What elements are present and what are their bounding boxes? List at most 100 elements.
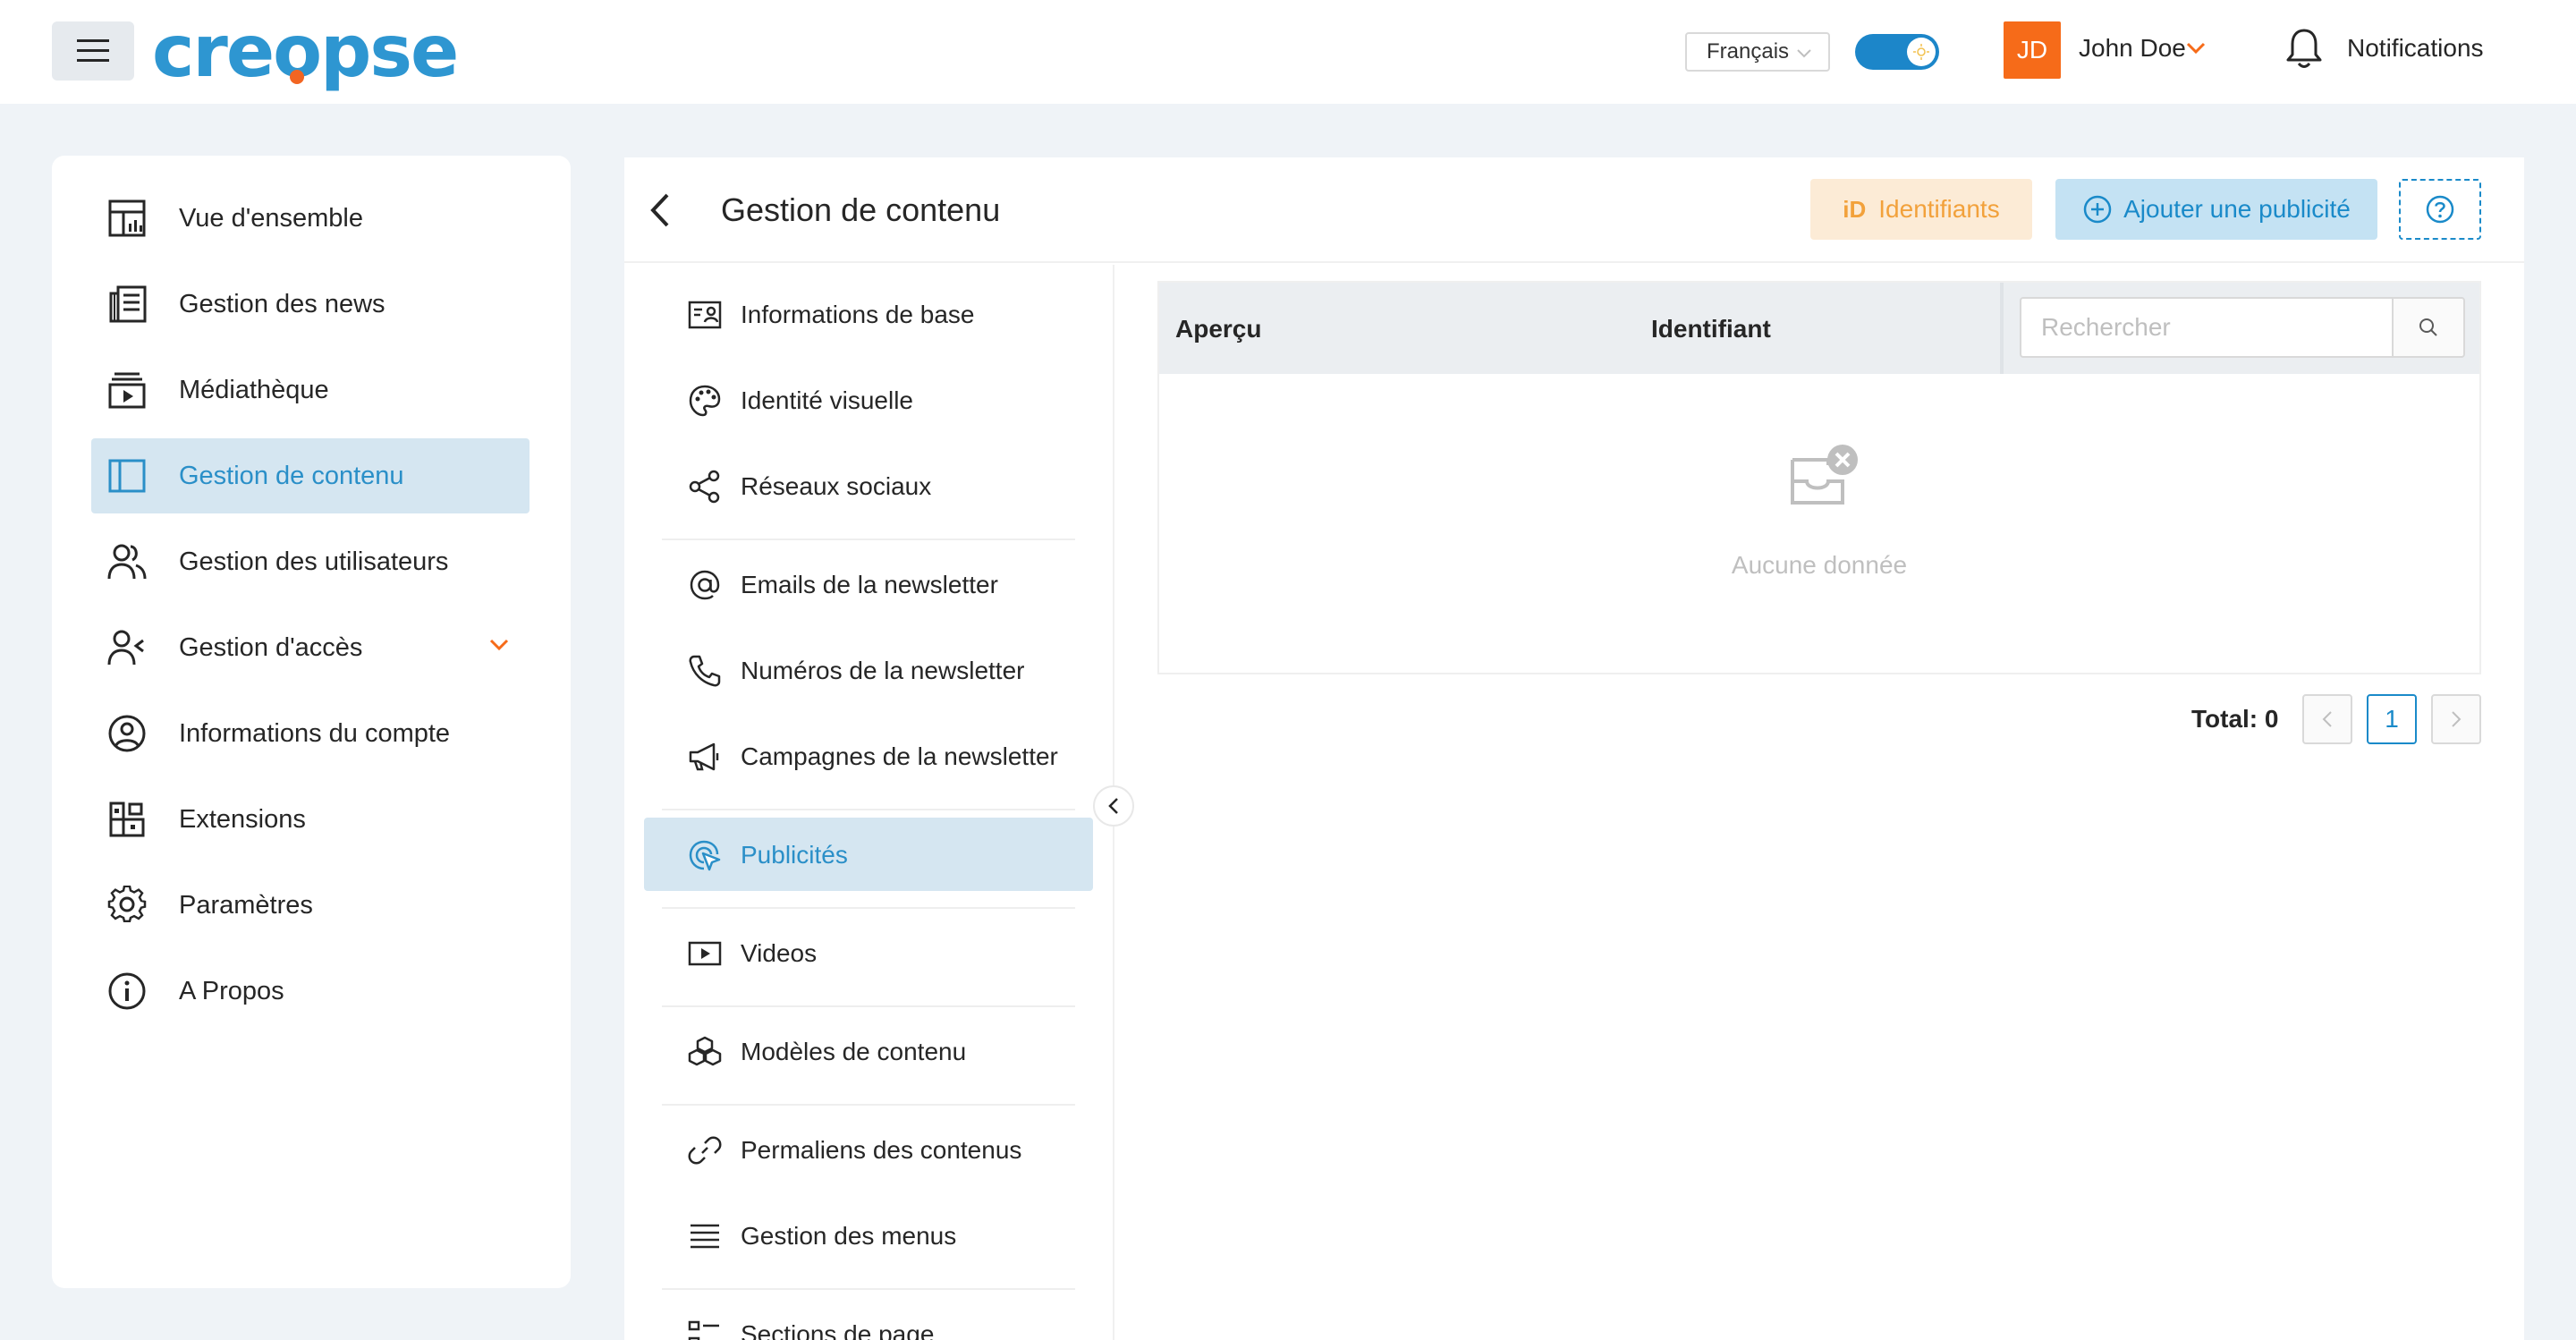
chevron-down-icon[interactable] [488, 637, 510, 653]
hamburger-menu-button[interactable] [52, 21, 134, 81]
submenu-item-content-templates[interactable]: Modèles de contenu [644, 1014, 1093, 1088]
pagination-total: Total: 0 [2191, 705, 2279, 733]
chevron-down-icon [1797, 49, 1811, 58]
main-panel: Gestion de contenu iD Identifiants Ajout… [624, 157, 2524, 1340]
chevron-down-icon[interactable] [2186, 41, 2206, 55]
user-avatar[interactable]: JD [2004, 21, 2061, 79]
submenu-item-ads[interactable]: Publicités [644, 818, 1093, 891]
notifications-label[interactable]: Notifications [2347, 34, 2484, 63]
plus-circle-icon [2083, 195, 2112, 224]
menu-lines-icon [691, 1224, 719, 1249]
submenu-item-basic-info[interactable]: Informations de base [644, 277, 1093, 351]
submenu-item-newsletter-campaigns[interactable]: Campagnes de la newsletter [644, 719, 1093, 793]
search-button[interactable] [2392, 297, 2465, 358]
submenu-item-videos[interactable]: Videos [644, 916, 1093, 989]
sidebar-item-label: Informations du compte [179, 719, 451, 748]
dashboard-icon [108, 199, 146, 237]
submenu-item-social-networks[interactable]: Réseaux sociaux [644, 449, 1093, 522]
submenu-item-label: Réseaux sociaux [741, 472, 932, 500]
divider [662, 1288, 1075, 1290]
pagination-page-button[interactable]: 1 [2367, 694, 2417, 744]
top-bar: cre o pse Français JD John Doe Notificatio… [0, 0, 2576, 104]
column-separator [2000, 283, 2004, 374]
column-header-identifier[interactable]: Identifiant [1651, 315, 1771, 343]
column-header-preview[interactable]: Aperçu [1175, 315, 1261, 343]
id-icon: iD [1843, 195, 1867, 223]
chevron-right-icon [2452, 711, 2462, 727]
submenu-item-page-sections[interactable]: Sections de page [644, 1297, 1093, 1340]
search-input[interactable]: Rechercher [2020, 297, 2392, 358]
megaphone-icon [689, 742, 719, 771]
logo-dot [289, 70, 304, 84]
chevron-left-icon [1108, 798, 1118, 814]
submenu-item-newsletter-numbers[interactable]: Numéros de la newsletter [644, 633, 1093, 707]
chevron-left-icon [2322, 711, 2332, 727]
submenu-item-label: Gestion des menus [741, 1222, 957, 1250]
submenu-item-label: Informations de base [741, 301, 975, 328]
sidebar-item-label: Vue d'ensemble [179, 204, 363, 233]
collapse-submenu-button[interactable] [1093, 785, 1134, 827]
submenu-item-label: Numéros de la newsletter [741, 657, 1025, 684]
sidebar-item-label: A Propos [179, 977, 284, 1005]
sidebar-item-media-library[interactable]: Médiathèque [91, 352, 530, 428]
page-title: Gestion de contenu [721, 191, 1001, 228]
user-access-icon [107, 630, 144, 666]
layout-icon [108, 459, 146, 493]
sidebar-item-label: Paramètres [179, 891, 313, 920]
sidebar-item-about[interactable]: A Propos [91, 954, 530, 1029]
submenu-item-visual-identity[interactable]: Identité visuelle [644, 363, 1093, 437]
sidebar-item-access-management[interactable]: Gestion d'accès [91, 610, 530, 685]
identifiants-label: Identifiants [1878, 195, 2000, 223]
bell-icon[interactable] [2284, 27, 2324, 72]
logo-o: o [273, 10, 322, 93]
submenu-item-label: Identité visuelle [741, 386, 914, 414]
sidebar-item-news[interactable]: Gestion des news [91, 267, 530, 342]
sidebar-item-label: Gestion des utilisateurs [179, 547, 449, 576]
submenu-item-label: Emails de la newsletter [741, 571, 998, 598]
sidebar-item-users[interactable]: Gestion des utilisateurs [91, 524, 530, 599]
sidebar-item-label: Gestion d'accès [179, 633, 363, 662]
at-icon [690, 570, 720, 600]
divider [662, 1005, 1075, 1007]
logo-text-end: pse [320, 10, 459, 93]
page-header: Gestion de contenu iD Identifiants Ajout… [624, 157, 2524, 263]
sidebar-item-label: Médiathèque [179, 376, 329, 404]
sidebar-item-overview[interactable]: Vue d'ensemble [91, 181, 530, 256]
sidebar-item-extensions[interactable]: Extensions [91, 782, 530, 857]
brand-logo[interactable]: cre o pse [152, 10, 459, 93]
sidebar: Vue d'ensemble Gestion des news Médiathè… [52, 156, 571, 1288]
sidebar-item-content-management[interactable]: Gestion de contenu [91, 438, 530, 513]
account-icon [108, 715, 146, 752]
pagination-prev-button[interactable] [2302, 694, 2352, 744]
settings-icon [107, 886, 147, 922]
sidebar-item-settings[interactable]: Paramètres [91, 868, 530, 943]
back-arrow-icon[interactable] [648, 191, 671, 229]
search-icon [2419, 318, 2437, 336]
info-icon [108, 972, 146, 1010]
table-header: Aperçu Identifiant Rechercher [1159, 283, 2479, 374]
divider [662, 539, 1075, 540]
palette-icon [689, 385, 721, 417]
submenu-item-label: Modèles de contenu [741, 1038, 967, 1065]
theme-toggle[interactable] [1855, 34, 1939, 70]
pagination-next-button[interactable] [2431, 694, 2481, 744]
submenu-item-menus[interactable]: Gestion des menus [644, 1199, 1093, 1272]
submenu-item-newsletter-emails[interactable]: Emails de la newsletter [644, 547, 1093, 621]
sidebar-item-label: Gestion des news [179, 290, 386, 318]
phone-icon [689, 655, 721, 687]
blocks-icon [688, 1036, 722, 1066]
submenu-item-permalinks[interactable]: Permaliens des contenus [644, 1113, 1093, 1186]
user-name[interactable]: John Doe [2079, 34, 2186, 63]
users-icon [107, 544, 147, 580]
submenu-item-label: Sections de page [741, 1320, 935, 1340]
identifiants-button[interactable]: iD Identifiants [1810, 179, 2032, 240]
add-ad-button[interactable]: Ajouter une publicité [2055, 179, 2377, 240]
submenu-item-label: Publicités [741, 841, 848, 869]
empty-inbox-icon [1791, 445, 1858, 505]
submenu-item-label: Campagnes de la newsletter [741, 742, 1058, 770]
question-circle-icon [2426, 195, 2454, 224]
language-select[interactable]: Français [1685, 32, 1830, 72]
media-library-icon [108, 372, 146, 409]
sidebar-item-account-info[interactable]: Informations du compte [91, 696, 530, 771]
help-button[interactable] [2399, 179, 2481, 240]
